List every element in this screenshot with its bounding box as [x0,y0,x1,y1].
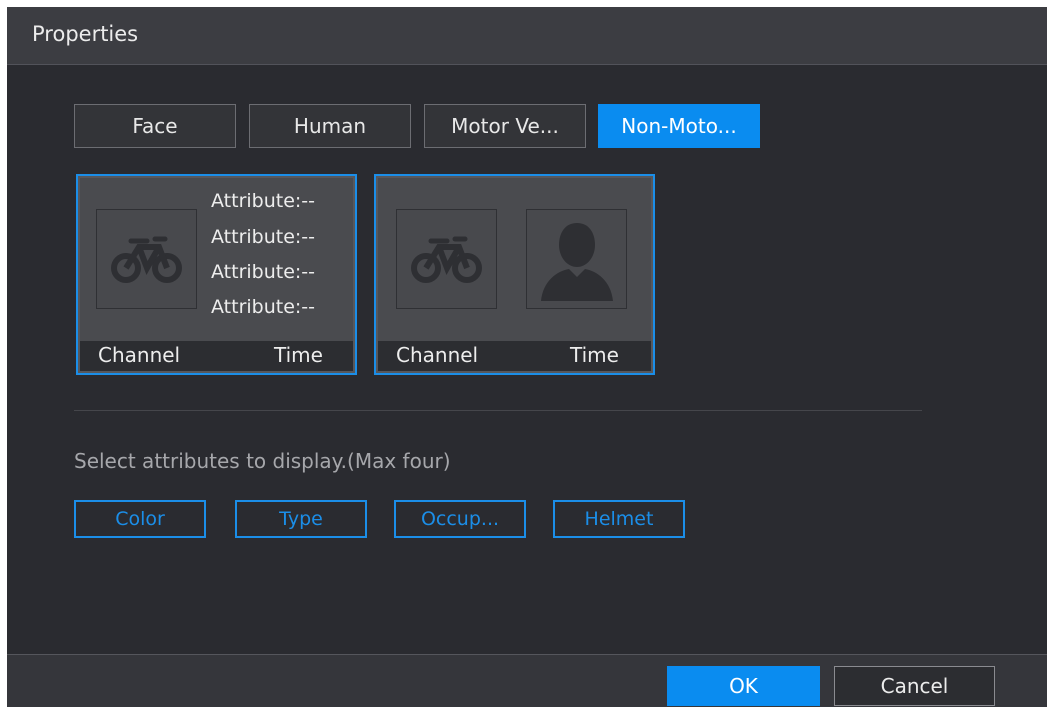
dialog-footer: OK Cancel [7,654,1047,707]
tab-human[interactable]: Human [249,104,411,148]
attribute-helmet-button[interactable]: Helmet [553,500,685,538]
bicycle-icon [396,209,497,309]
attribute-label-2: Attribute:-- [211,226,316,248]
channel-label: Channel [98,343,181,367]
card-body: Attribute:-- Attribute:-- Attribute:-- A… [80,178,353,371]
card-footer: Channel Time [80,341,353,371]
attribute-type-button[interactable]: Type [235,500,367,538]
time-label: Time [570,343,619,367]
tab-motor-vehicle[interactable]: Motor Ve... [424,104,586,148]
ok-button[interactable]: OK [667,666,820,706]
time-label: Time [274,343,323,367]
tab-non-motor-vehicle[interactable]: Non-Moto... [598,104,760,148]
attribute-color-button[interactable]: Color [74,500,206,538]
properties-dialog: Properties Face Human Motor Ve... Non-Mo… [7,7,1047,707]
dialog-title: Properties [32,22,139,46]
cancel-button[interactable]: Cancel [834,666,995,706]
attribute-label-4: Attribute:-- [211,296,316,318]
card-footer: Channel Time [378,341,651,371]
card-body: Channel Time [378,178,651,371]
tab-face[interactable]: Face [74,104,236,148]
channel-label: Channel [396,343,479,367]
attribute-label-3: Attribute:-- [211,261,316,283]
display-layout-card-images[interactable]: Channel Time [374,174,655,375]
attribute-occupancy-button[interactable]: Occup... [394,500,526,538]
bicycle-icon [96,209,197,309]
display-layout-card-attributes[interactable]: Attribute:-- Attribute:-- Attribute:-- A… [76,174,357,375]
dialog-titlebar: Properties [7,7,1047,65]
attributes-hint: Select attributes to display.(Max four) [74,449,451,473]
section-divider [74,410,922,411]
attribute-label-1: Attribute:-- [211,190,316,212]
person-silhouette-icon [526,209,627,309]
